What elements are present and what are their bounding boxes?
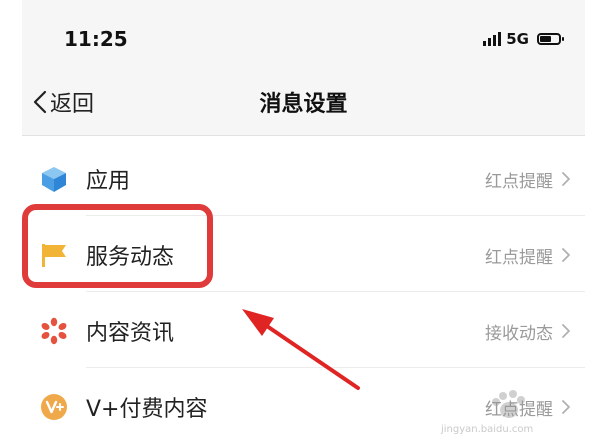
page-title: 消息设置 — [259, 92, 348, 117]
chevron-right-icon — [562, 248, 570, 262]
top-bar: 11:25 5G 返回 消息设置 — [22, 0, 585, 136]
flower-icon — [41, 317, 67, 345]
settings-row-vplus-paid-content[interactable]: V+付费内容 红点提醒 — [22, 368, 585, 444]
signal-icon — [483, 32, 502, 46]
row-value: 红点提醒 — [485, 172, 553, 192]
cube-icon — [42, 167, 66, 192]
status-time: 11:25 — [64, 27, 128, 51]
status-indicators: 5G — [483, 30, 564, 48]
chevron-right-icon — [562, 324, 570, 338]
row-label: 服务动态 — [86, 245, 175, 270]
settings-row-service-updates[interactable]: 服务动态 红点提醒 — [22, 216, 585, 292]
settings-row-apps[interactable]: 应用 红点提醒 — [22, 140, 585, 216]
row-label: 内容资讯 — [86, 321, 175, 346]
network-type: 5G — [506, 30, 529, 48]
row-value: 红点提醒 — [485, 400, 553, 420]
battery-icon — [537, 33, 564, 45]
phone-screen: 11:25 5G 返回 消息设置 应用 红点提醒 服务动态 红点提醒 内容资讯 … — [22, 0, 585, 447]
chevron-right-icon — [562, 400, 570, 414]
divider — [22, 135, 585, 136]
row-label: 应用 — [86, 169, 131, 194]
row-value: 接收动态 — [485, 324, 553, 344]
row-value: 红点提醒 — [485, 248, 553, 268]
flag-icon — [42, 244, 66, 267]
settings-row-content-news[interactable]: 内容资讯 接收动态 — [22, 292, 585, 368]
chevron-right-icon — [562, 172, 570, 186]
vplus-icon — [41, 394, 67, 420]
row-label: V+付费内容 — [86, 397, 208, 422]
